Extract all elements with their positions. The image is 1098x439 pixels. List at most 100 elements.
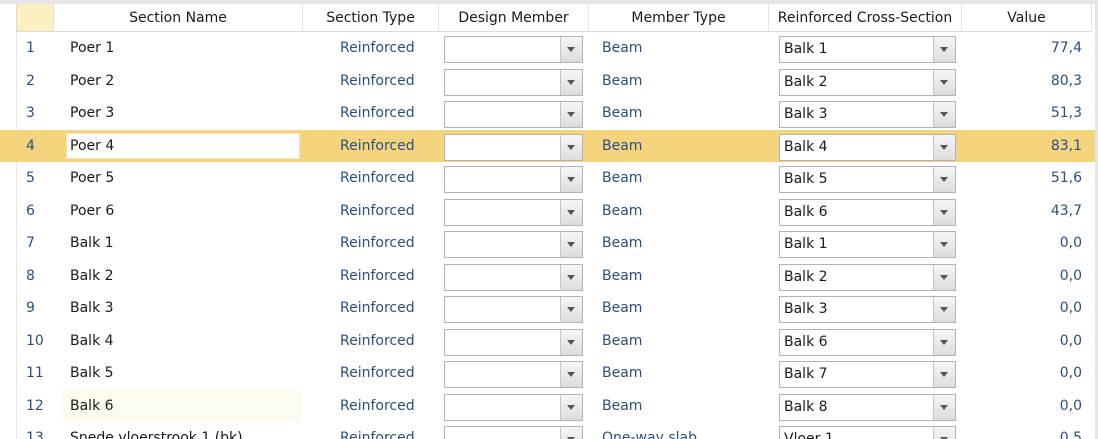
section-type-cell[interactable]: Reinforced (340, 260, 440, 292)
value-cell[interactable]: 80,3 (990, 65, 1082, 97)
section-type-cell[interactable]: Reinforced (340, 162, 440, 194)
cross-section-combobox[interactable]: Balk 1 (779, 231, 956, 258)
table-row[interactable]: 13 Snede vloerstrook 1 (bk) Reinforced O… (0, 422, 1098, 439)
design-member-combobox[interactable] (444, 68, 583, 96)
member-type-cell[interactable]: Beam (602, 97, 762, 129)
section-name-cell[interactable]: Poer 5 (70, 162, 300, 194)
cross-section-dropdown-button[interactable] (933, 362, 955, 387)
design-member-combobox[interactable] (444, 296, 583, 323)
design-member-combobox[interactable] (444, 361, 583, 388)
member-type-cell[interactable]: Beam (602, 162, 762, 194)
header-member-type[interactable]: Member Type (589, 4, 769, 32)
member-type-cell[interactable]: Beam (602, 292, 762, 324)
cross-section-combobox[interactable]: Balk 3 (779, 296, 956, 323)
design-member-dropdown-button[interactable] (560, 394, 582, 420)
member-type-cell[interactable]: Beam (602, 260, 762, 292)
member-type-cell[interactable]: Beam (602, 390, 762, 422)
section-type-cell[interactable]: Reinforced (340, 325, 440, 357)
section-type-cell[interactable]: Reinforced (340, 292, 440, 324)
cross-section-combobox[interactable]: Vloer 1 (779, 426, 956, 439)
section-type-cell[interactable]: Reinforced (340, 227, 440, 259)
section-name-cell[interactable]: Balk 4 (70, 325, 300, 357)
table-row[interactable]: 11 Balk 5 Reinforced Beam Balk 7 0,0 (0, 357, 1098, 390)
cross-section-combobox[interactable]: Balk 6 (779, 328, 956, 356)
cross-section-dropdown-button[interactable] (933, 297, 955, 322)
value-cell[interactable]: 0,0 (990, 292, 1082, 324)
table-row[interactable]: 2 Poer 2 Reinforced Beam Balk 2 80,3 (0, 65, 1098, 98)
design-member-combobox[interactable] (444, 231, 583, 258)
member-type-cell[interactable]: Beam (602, 65, 762, 97)
section-type-cell[interactable]: Reinforced (340, 390, 440, 422)
header-section-type[interactable]: Section Type (303, 4, 439, 32)
section-name-cell[interactable]: Poer 6 (70, 195, 300, 227)
header-section-name[interactable]: Section Name (54, 4, 303, 32)
header-reinforced-cross-section[interactable]: Reinforced Cross-Section (769, 4, 962, 32)
cross-section-dropdown-button[interactable] (933, 232, 955, 257)
value-cell[interactable]: 51,3 (990, 97, 1082, 129)
cross-section-combobox[interactable]: Balk 2 (779, 263, 956, 291)
table-row[interactable]: 10 Balk 4 Reinforced Beam Balk 6 0,0 (0, 325, 1098, 358)
value-cell[interactable]: 43,7 (990, 195, 1082, 227)
design-member-combobox[interactable] (444, 393, 583, 421)
cross-section-combobox[interactable]: Balk 1 (779, 36, 956, 63)
value-cell[interactable]: 0,0 (990, 390, 1082, 422)
table-row-selected[interactable]: 4 Poer 4 Reinforced Beam Balk 4 83,1 (0, 129, 1098, 162)
section-name-cell[interactable]: Balk 3 (70, 292, 300, 324)
design-member-combobox[interactable] (444, 198, 583, 226)
design-member-dropdown-button[interactable] (560, 232, 582, 257)
cross-section-combobox[interactable]: Balk 3 (779, 101, 956, 128)
value-cell[interactable]: 77,4 (990, 32, 1082, 64)
member-type-cell[interactable]: Beam (602, 195, 762, 227)
table-row[interactable]: 3 Poer 3 Reinforced Beam Balk 3 51,3 (0, 97, 1098, 130)
cross-section-combobox[interactable]: Balk 4 (779, 133, 956, 161)
section-name-cell[interactable]: Poer 2 (70, 65, 300, 97)
section-type-cell[interactable]: Reinforced (340, 97, 440, 129)
design-member-dropdown-button[interactable] (560, 329, 582, 355)
value-cell[interactable]: 51,6 (990, 162, 1082, 194)
value-cell[interactable]: 0,0 (990, 227, 1082, 259)
value-cell[interactable]: 0,0 (990, 357, 1082, 389)
member-type-cell[interactable]: Beam (602, 227, 762, 259)
design-member-dropdown-button[interactable] (560, 362, 582, 387)
design-member-dropdown-button[interactable] (560, 297, 582, 322)
cross-section-combobox[interactable]: Balk 5 (779, 166, 956, 193)
design-member-dropdown-button[interactable] (560, 102, 582, 127)
section-type-cell[interactable]: Reinforced (340, 130, 440, 162)
member-type-cell[interactable]: Beam (602, 357, 762, 389)
design-member-combobox[interactable] (444, 36, 583, 63)
cross-section-dropdown-button[interactable] (933, 199, 955, 225)
section-type-cell[interactable]: Reinforced (340, 195, 440, 227)
value-cell[interactable]: 0,0 (990, 260, 1082, 292)
cross-section-combobox[interactable]: Balk 2 (779, 68, 956, 96)
cross-section-combobox[interactable]: Balk 6 (779, 198, 956, 226)
cross-section-dropdown-button[interactable] (933, 264, 955, 290)
section-name-cell[interactable]: Poer 3 (70, 97, 300, 129)
cross-section-dropdown-button[interactable] (933, 394, 955, 420)
design-member-dropdown-button[interactable] (560, 427, 582, 439)
design-member-combobox[interactable] (444, 426, 583, 439)
section-name-cell[interactable]: Balk 5 (70, 357, 300, 389)
design-member-dropdown-button[interactable] (560, 167, 582, 192)
design-member-dropdown-button[interactable] (560, 134, 582, 160)
design-member-dropdown-button[interactable] (560, 264, 582, 290)
table-row[interactable]: 6 Poer 6 Reinforced Beam Balk 6 43,7 (0, 195, 1098, 228)
header-design-member[interactable]: Design Member (439, 4, 589, 32)
table-row[interactable]: 1 Poer 1 Reinforced Beam Balk 1 77,4 (0, 32, 1098, 65)
member-type-cell[interactable]: Beam (602, 32, 762, 64)
cross-section-combobox[interactable]: Balk 7 (779, 361, 956, 388)
cross-section-dropdown-button[interactable] (933, 37, 955, 62)
cross-section-dropdown-button[interactable] (933, 167, 955, 192)
cross-section-dropdown-button[interactable] (933, 427, 955, 439)
cross-section-dropdown-button[interactable] (933, 329, 955, 355)
design-member-dropdown-button[interactable] (560, 199, 582, 225)
table-row[interactable]: 5 Poer 5 Reinforced Beam Balk 5 51,6 (0, 162, 1098, 195)
section-name-cell[interactable]: Balk 1 (70, 227, 300, 259)
table-row[interactable]: 7 Balk 1 Reinforced Beam Balk 1 0,0 (0, 227, 1098, 260)
design-member-dropdown-button[interactable] (560, 37, 582, 62)
section-name-cell[interactable]: Snede vloerstrook 1 (bk) (70, 422, 300, 439)
design-member-dropdown-button[interactable] (560, 69, 582, 95)
header-value[interactable]: Value (962, 4, 1092, 32)
header-corner[interactable] (16, 4, 54, 32)
cross-section-dropdown-button[interactable] (933, 134, 955, 160)
section-type-cell[interactable]: Reinforced (340, 65, 440, 97)
